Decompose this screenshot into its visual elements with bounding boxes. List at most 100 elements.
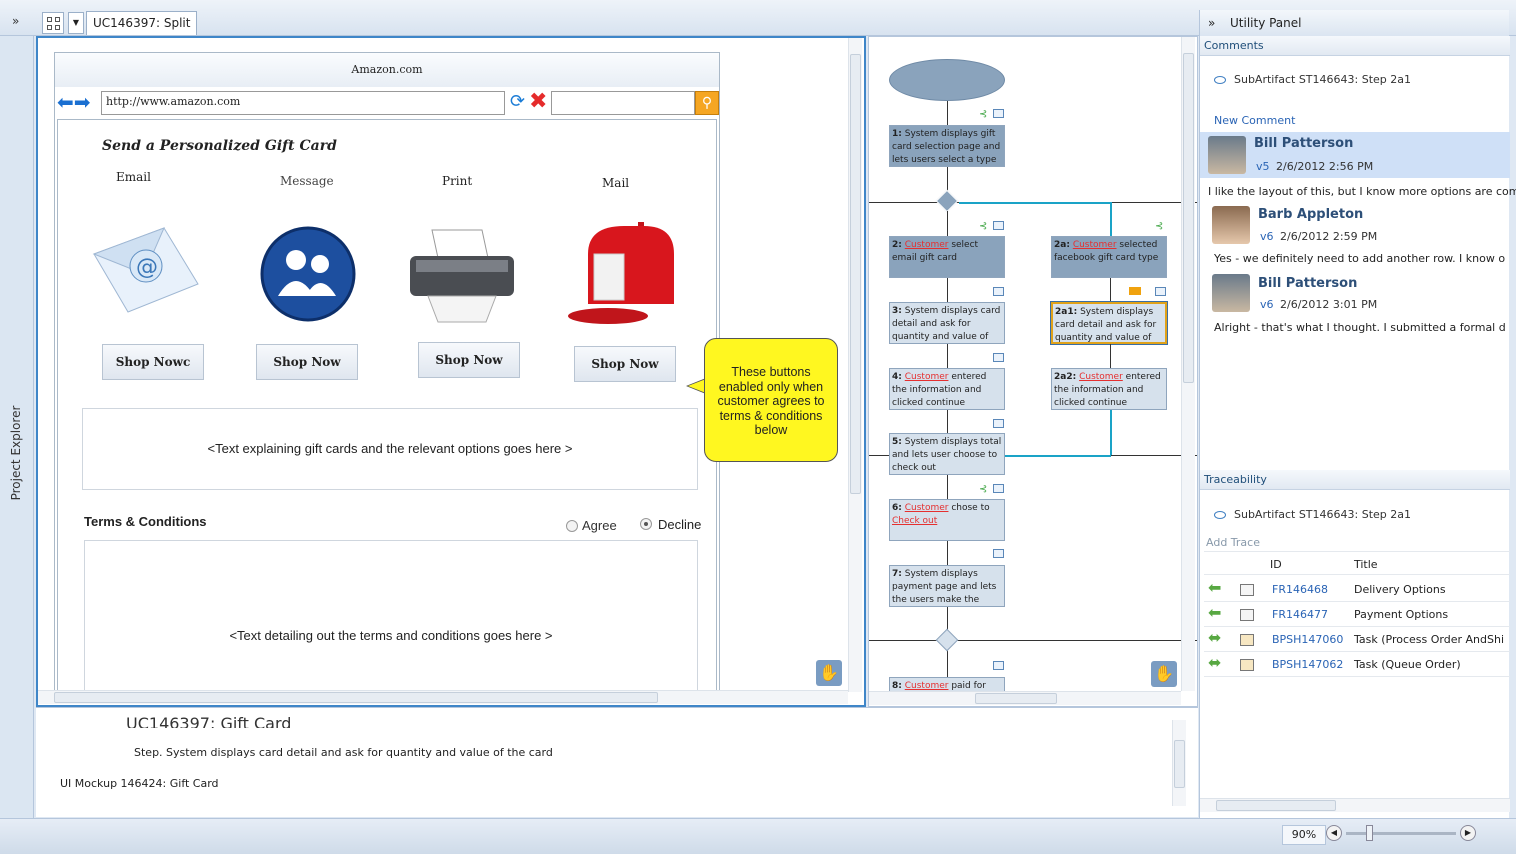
mockup-vertical-scrollbar[interactable] [848, 38, 862, 692]
flow-step-4[interactable]: 4: Customer entered the information and … [889, 368, 1005, 410]
annotation-callout: These buttons enabled only when customer… [704, 338, 838, 462]
process-icon [1240, 634, 1254, 646]
link-icon[interactable]: ⊰ [1155, 221, 1163, 232]
trace-row[interactable]: ⬅ FR146468 Delivery Options [1204, 577, 1510, 602]
zoom-in-icon[interactable]: ▶ [1460, 825, 1476, 841]
link-icon[interactable]: ⊰ [979, 221, 987, 232]
zoom-slider[interactable] [1346, 832, 1456, 835]
comment-item[interactable]: Bill Patterson v6 2/6/2012 3:01 PM [1200, 272, 1510, 320]
flow-step-7[interactable]: 7: System displays payment page and lets… [889, 565, 1005, 607]
trace-row[interactable]: ⬌ BPSH147060 Task (Process Order AndShi [1204, 627, 1510, 652]
zoom-out-icon[interactable]: ◀ [1326, 825, 1342, 841]
trace-horizontal-scrollbar[interactable] [1200, 798, 1510, 812]
trace-id[interactable]: BPSH147060 [1272, 633, 1343, 646]
table-icon[interactable] [993, 661, 1004, 670]
comment-item[interactable]: Barb Appleton v6 2/6/2012 2:59 PM [1200, 202, 1510, 252]
shop-now-print-button[interactable]: Shop Now [418, 342, 520, 378]
alt-connector [1110, 410, 1112, 456]
comments-header[interactable]: Comments [1200, 36, 1510, 56]
flow-horizontal-scrollbar[interactable] [869, 691, 1181, 705]
flow-step-3[interactable]: 3: System displays card detail and ask f… [889, 302, 1005, 344]
ui-mockup-reference[interactable]: UI Mockup 146424: Gift Card [60, 777, 219, 790]
decline-radio[interactable] [640, 518, 652, 530]
mockup-hscroll-thumb[interactable] [54, 692, 658, 703]
flow-step-2a[interactable]: 2a: Customer selected facebook gift card… [1051, 236, 1167, 278]
contacts-icon [260, 226, 356, 322]
trace-id[interactable]: BPSH147062 [1272, 658, 1343, 671]
comment-icon[interactable] [1129, 287, 1141, 295]
comment-item[interactable]: Bill Patterson v5 2/6/2012 2:56 PM [1200, 132, 1510, 178]
avatar [1208, 136, 1246, 174]
table-icon[interactable] [993, 353, 1004, 362]
decline-label: Decline [658, 517, 702, 532]
flow-vscroll-thumb[interactable] [1183, 53, 1194, 383]
decision-node[interactable] [935, 189, 959, 213]
flow-step-2[interactable]: 2: Customer select email gift card [889, 236, 1005, 278]
comment-version[interactable]: v6 [1260, 230, 1274, 243]
flow-step-2a1[interactable]: 2a1: System displays card detail and ask… [1050, 301, 1168, 345]
mockup-vscroll-thumb[interactable] [850, 54, 861, 494]
trace-row[interactable]: ⬌ BPSH147062 Task (Queue Order) [1204, 652, 1510, 677]
trace-hscroll-thumb[interactable] [1216, 800, 1336, 811]
pan-hand-icon[interactable]: ✋ [816, 660, 842, 686]
agree-radio[interactable] [566, 520, 578, 532]
start-node[interactable] [889, 59, 1005, 101]
merge-node[interactable] [935, 628, 959, 652]
table-icon[interactable] [993, 484, 1004, 493]
table-icon[interactable] [993, 109, 1004, 118]
collapse-utility-icon[interactable]: » [1208, 16, 1215, 30]
pan-hand-icon[interactable]: ✋ [1151, 661, 1177, 687]
shop-now-mail-button[interactable]: Shop Now [574, 346, 676, 382]
table-icon[interactable] [993, 221, 1004, 230]
stop-icon[interactable]: ✖ [529, 89, 547, 114]
bidirectional-arrow-icon: ⬌ [1208, 653, 1222, 672]
comment-version[interactable]: v5 [1256, 160, 1270, 173]
project-explorer-label[interactable]: Project Explorer [9, 393, 23, 513]
flow-step-5[interactable]: 5: System displays total and lets user c… [889, 433, 1005, 475]
add-trace-link[interactable]: Add Trace [1206, 536, 1260, 549]
table-icon[interactable] [1155, 287, 1166, 296]
col-title-header[interactable]: Title [1354, 558, 1378, 571]
comment-date: 2/6/2012 3:01 PM [1280, 298, 1378, 311]
link-icon[interactable]: ⊰ [979, 109, 987, 120]
view-dropdown-icon[interactable]: ▼ [68, 12, 84, 34]
connector [1110, 344, 1111, 368]
utility-panel-header: » Utility Panel [1199, 10, 1509, 36]
trace-id[interactable]: FR146468 [1272, 583, 1328, 596]
table-icon[interactable] [993, 287, 1004, 296]
mailbox-icon [568, 222, 674, 324]
flow-vertical-scrollbar[interactable] [1181, 37, 1195, 691]
search-input[interactable] [551, 91, 695, 115]
flow-hscroll-thumb[interactable] [975, 693, 1057, 704]
tab-uc146397-split[interactable]: UC146397: Split [86, 11, 198, 35]
details-vscroll-thumb[interactable] [1174, 740, 1185, 788]
new-comment-link[interactable]: New Comment [1214, 114, 1295, 127]
subartifact-icon [1214, 76, 1226, 84]
split-view-icon[interactable] [42, 12, 64, 34]
back-forward-icon[interactable]: ⬅➡ [57, 91, 103, 113]
search-icon[interactable]: ⚲ [695, 91, 719, 115]
url-input[interactable]: http://www.amazon.com [101, 91, 505, 115]
mockup-horizontal-scrollbar[interactable] [38, 690, 848, 704]
flow-step-6[interactable]: 6: Customer chose to Check out [889, 499, 1005, 541]
trace-id[interactable]: FR146477 [1272, 608, 1328, 621]
shop-now-message-button[interactable]: Shop Now [256, 344, 358, 380]
table-icon[interactable] [993, 419, 1004, 428]
shop-now-email-button[interactable]: Shop Nowc [102, 344, 204, 380]
flow-step-1[interactable]: 1: System displays gift card selection p… [889, 125, 1005, 167]
expand-left-icon[interactable]: » [12, 14, 19, 28]
option-label-print: Print [442, 174, 473, 188]
details-vertical-scrollbar[interactable] [1172, 720, 1186, 806]
refresh-icon[interactable]: ⟳ [510, 91, 525, 112]
comment-version[interactable]: v6 [1260, 298, 1274, 311]
link-icon[interactable]: ⊰ [979, 484, 987, 495]
traceability-header[interactable]: Traceability [1200, 470, 1510, 490]
trace-row[interactable]: ⬅ FR146477 Payment Options [1204, 602, 1510, 627]
table-icon[interactable] [993, 549, 1004, 558]
browser-mockup: Amazon.com ⬅➡ http://www.amazon.com ⟳ ✖ … [54, 52, 720, 700]
flow-step-2a2[interactable]: 2a2: Customer entered the information an… [1051, 368, 1167, 410]
project-explorer-strip[interactable]: Project Explorer [0, 36, 34, 818]
col-id-header[interactable]: ID [1270, 558, 1282, 571]
zoom-slider-thumb[interactable] [1366, 825, 1373, 841]
bidirectional-arrow-icon: ⬌ [1208, 628, 1222, 647]
